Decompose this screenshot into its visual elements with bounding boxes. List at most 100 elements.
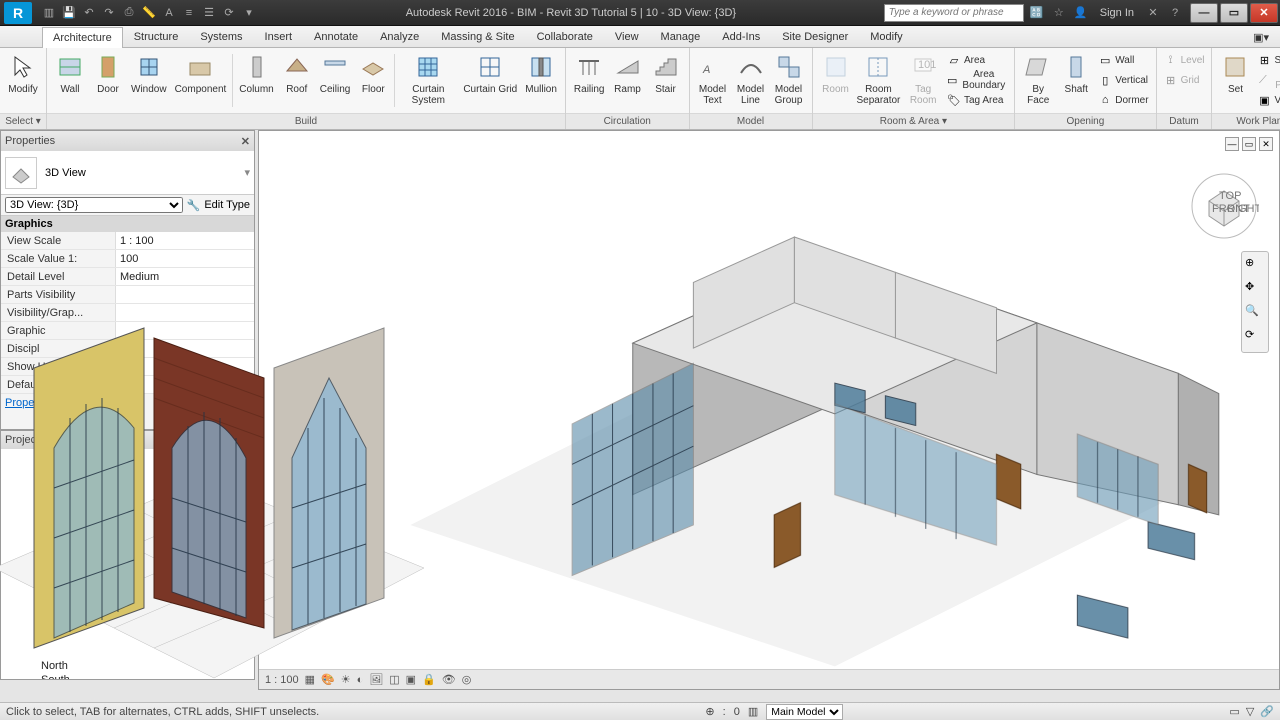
model-text-button[interactable]: AModel Text [694, 50, 732, 108]
room-separator-button[interactable]: Room Separator [855, 50, 903, 108]
properties-category[interactable]: Graphics [1, 216, 254, 232]
window-close[interactable]: ✕ [1250, 3, 1278, 23]
view-close-icon[interactable]: ✕ [1259, 137, 1273, 151]
property-row[interactable]: Scale Value 1:100 [1, 250, 254, 268]
qat-measure-icon[interactable]: 📏 [140, 4, 158, 22]
signin-link[interactable]: Sign In [1094, 7, 1140, 19]
property-row[interactable]: Parts Visibility [1, 286, 254, 304]
tab-annotate[interactable]: Annotate [303, 26, 369, 47]
mullion-button[interactable]: Mullion [521, 50, 561, 97]
tab-architecture[interactable]: Architecture [42, 27, 123, 48]
by-face-button[interactable]: By Face [1019, 50, 1057, 108]
component-button[interactable]: Component [171, 50, 231, 97]
zoom-icon[interactable]: 🔍 [1245, 304, 1265, 324]
opening-wall-button[interactable]: ▭Wall [1095, 50, 1151, 70]
search-input[interactable] [884, 4, 1024, 22]
tab-collaborate[interactable]: Collaborate [526, 26, 604, 47]
tag-room-button[interactable]: 101Tag Room [902, 50, 944, 108]
lock-icon[interactable]: 🔒 [422, 673, 436, 686]
window-maximize[interactable]: ▭ [1220, 3, 1248, 23]
temp-hide-icon[interactable]: 👁 [442, 673, 456, 686]
status-add-icon[interactable]: ⊕ [705, 705, 714, 718]
edit-type-button[interactable]: Edit Type [204, 199, 250, 211]
tag-area-button[interactable]: 🏷Tag Area [944, 90, 1010, 110]
tab-view[interactable]: View [604, 26, 650, 47]
pan-icon[interactable]: ✥ [1245, 280, 1265, 300]
ceiling-button[interactable]: Ceiling [316, 50, 355, 97]
qat-save-icon[interactable]: 💾 [60, 4, 78, 22]
column-button[interactable]: Column [235, 50, 277, 97]
area-button[interactable]: ▱Area [944, 50, 1010, 70]
curtain-grid-button[interactable]: Curtain Grid [459, 50, 521, 97]
door-button[interactable]: Door [89, 50, 127, 97]
floor-button[interactable]: Floor [354, 50, 392, 97]
tab-analyze[interactable]: Analyze [369, 26, 430, 47]
qat-dropdown-icon[interactable]: ▾ [240, 4, 258, 22]
tab-sitedesigner[interactable]: Site Designer [771, 26, 859, 47]
status-select-icon[interactable]: ▭ [1229, 705, 1239, 718]
steering-wheel-icon[interactable]: ⊕ [1245, 256, 1265, 276]
roof-button[interactable]: Roof [278, 50, 316, 97]
area-boundary-button[interactable]: ▭Area Boundary [944, 70, 1010, 90]
railing-button[interactable]: Railing [570, 50, 609, 97]
subscription-icon[interactable]: 🔠 [1028, 4, 1046, 22]
tab-addins[interactable]: Add-Ins [711, 26, 771, 47]
property-row[interactable]: Detail LevelMedium [1, 268, 254, 286]
grid-button[interactable]: ⊞Grid [1161, 70, 1208, 90]
qat-text-icon[interactable]: A [160, 4, 178, 22]
exchange-icon[interactable]: ✕ [1144, 4, 1162, 22]
tab-insert[interactable]: Insert [254, 26, 304, 47]
tab-massing[interactable]: Massing & Site [430, 26, 525, 47]
curtain-system-button[interactable]: Curtain System [397, 50, 459, 108]
orbit-icon[interactable]: ⟳ [1245, 328, 1265, 348]
type-selector[interactable]: 3D View ▾ [1, 151, 254, 195]
qat-print-icon[interactable]: ⎙ [120, 4, 138, 22]
viewer-button[interactable]: ▣Viewer [1254, 90, 1280, 110]
refplane-button[interactable]: ⟋Ref Plane [1254, 70, 1280, 90]
opening-vertical-button[interactable]: ▯Vertical [1095, 70, 1151, 90]
qat-redo-icon[interactable]: ↷ [100, 4, 118, 22]
panel-room-area[interactable]: Room & Area ▾ [813, 113, 1015, 129]
room-button[interactable]: Room [817, 50, 855, 97]
status-workset-icon[interactable]: ▥ [748, 705, 758, 718]
shaft-button[interactable]: Shaft [1057, 50, 1095, 97]
set-button[interactable]: Set [1216, 50, 1254, 97]
property-value[interactable]: 1 : 100 [116, 232, 254, 249]
ribbon-collapse-icon[interactable]: ▣▾ [1242, 26, 1280, 47]
modify-button[interactable]: Modify [4, 50, 42, 97]
qat-align-icon[interactable]: ≡ [180, 4, 198, 22]
panel-select[interactable]: Select ▾ [0, 113, 46, 129]
qat-undo-icon[interactable]: ↶ [80, 4, 98, 22]
level-button[interactable]: ⟟Level [1161, 50, 1208, 70]
tab-systems[interactable]: Systems [189, 26, 253, 47]
tab-structure[interactable]: Structure [123, 26, 190, 47]
tab-manage[interactable]: Manage [650, 26, 712, 47]
view-maximize-icon[interactable]: ▭ [1242, 137, 1256, 151]
wall-button[interactable]: Wall [51, 50, 89, 97]
property-value[interactable] [116, 286, 254, 303]
app-logo[interactable]: R [4, 2, 32, 24]
properties-close-icon[interactable]: ✕ [241, 135, 250, 148]
window-minimize[interactable]: — [1190, 3, 1218, 23]
stair-button[interactable]: Stair [647, 50, 685, 97]
property-value[interactable]: Medium [116, 268, 254, 285]
model-group-button[interactable]: Model Group [770, 50, 808, 108]
tab-modify[interactable]: Modify [859, 26, 913, 47]
property-row[interactable]: View Scale1 : 100 [1, 232, 254, 250]
help-icon[interactable]: ? [1166, 4, 1184, 22]
qat-sync-icon[interactable]: ⟳ [220, 4, 238, 22]
star-icon[interactable]: ☆ [1050, 4, 1068, 22]
navigation-bar[interactable]: ⊕ ✥ 🔍 ⟳ [1241, 251, 1269, 353]
qat-switch-icon[interactable]: ☰ [200, 4, 218, 22]
opening-dormer-button[interactable]: ⌂Dormer [1095, 90, 1151, 110]
signin-icon[interactable]: 👤 [1072, 4, 1090, 22]
show-button[interactable]: ⊞Show [1254, 50, 1280, 70]
properties-instance-selector[interactable]: 3D View: {3D} [5, 197, 183, 213]
model-line-button[interactable]: Model Line [732, 50, 770, 108]
edit-type-icon[interactable]: 🔧 [187, 199, 201, 212]
property-value[interactable]: 100 [116, 250, 254, 267]
window-button[interactable]: Window [127, 50, 171, 97]
status-workset-selector[interactable]: Main Model [766, 704, 843, 720]
status-filter-icon[interactable]: ▽ [1246, 705, 1254, 718]
ramp-button[interactable]: Ramp [609, 50, 647, 97]
